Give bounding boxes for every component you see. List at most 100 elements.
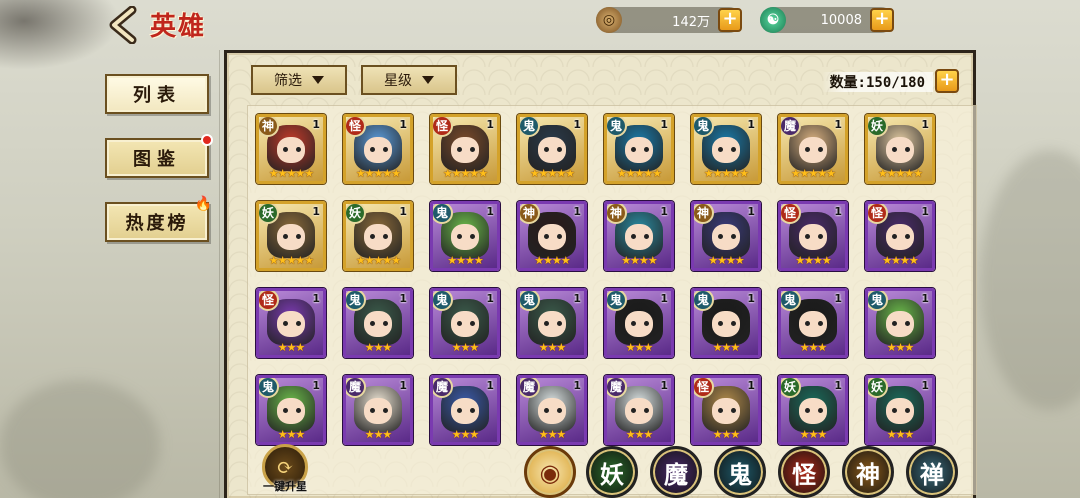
hero-card[interactable]: 鬼 1 ★★★★★ bbox=[517, 114, 587, 184]
hero-card[interactable]: 妖 1 ★★★★★ bbox=[256, 201, 326, 271]
hero-eye bbox=[905, 408, 910, 413]
faction-filter-button[interactable]: 禅 bbox=[906, 446, 958, 498]
star-rating: ★★★★★ bbox=[355, 167, 401, 180]
hero-card[interactable]: 妖 1 ★★★★★ bbox=[343, 201, 413, 271]
hero-eye bbox=[383, 234, 388, 239]
hero-level: 1 bbox=[921, 379, 929, 392]
hero-card[interactable]: 鬼 1 ★★★ bbox=[430, 288, 500, 358]
faction-badge: 妖 bbox=[868, 117, 888, 137]
hero-eye bbox=[631, 234, 636, 239]
mountain-decoration bbox=[980, 150, 1080, 410]
star-rating: ★★★★ bbox=[882, 254, 918, 267]
hero-level: 1 bbox=[573, 205, 581, 218]
hero-card[interactable]: 鬼 1 ★★★ bbox=[256, 375, 326, 445]
faction-badge: 怪 bbox=[346, 117, 366, 137]
hero-eye bbox=[457, 234, 462, 239]
hero-level: 1 bbox=[834, 118, 842, 131]
hero-card[interactable]: 怪 1 ★★★★★ bbox=[430, 114, 500, 184]
hero-card[interactable]: 鬼 1 ★★★ bbox=[343, 288, 413, 358]
hero-eye bbox=[644, 147, 649, 152]
faction-filter-label: 妖 bbox=[600, 459, 624, 489]
hero-card[interactable]: 魔 1 ★★★ bbox=[604, 375, 674, 445]
hero-level: 1 bbox=[573, 292, 581, 305]
all-factions-icon: ◉ bbox=[539, 457, 561, 487]
hero-eye bbox=[557, 321, 562, 326]
hero-level: 1 bbox=[399, 379, 407, 392]
hero-card[interactable]: 怪 1 ★★★★ bbox=[778, 201, 848, 271]
sidebar-item-ranking[interactable]: 热度榜 🔥 bbox=[105, 196, 212, 242]
faction-filter-button[interactable]: 鬼 bbox=[714, 446, 766, 498]
faction-filter-button[interactable]: 魔 bbox=[650, 446, 702, 498]
hero-card[interactable]: 鬼 1 ★★★★ bbox=[430, 201, 500, 271]
hero-card[interactable]: 神 1 ★★★★★ bbox=[256, 114, 326, 184]
hero-card[interactable]: 鬼 1 ★★★★★ bbox=[691, 114, 761, 184]
star-rating: ★★★ bbox=[277, 428, 306, 441]
faction-filter-button[interactable]: 妖 bbox=[586, 446, 638, 498]
faction-badge: 魔 bbox=[607, 378, 627, 398]
hero-card[interactable]: 鬼 1 ★★★ bbox=[691, 288, 761, 358]
hero-card[interactable]: 鬼 1 ★★★ bbox=[865, 288, 935, 358]
hero-eye bbox=[283, 408, 288, 413]
hero-level: 1 bbox=[921, 205, 929, 218]
hero-card[interactable]: 妖 1 ★★★ bbox=[865, 375, 935, 445]
sidebar-item-label: 图鉴 bbox=[133, 149, 181, 170]
hero-card[interactable]: 魔 1 ★★★ bbox=[517, 375, 587, 445]
faction-badge: 鬼 bbox=[694, 117, 714, 137]
faction-badge: 怪 bbox=[259, 291, 279, 311]
hero-card[interactable]: 神 1 ★★★★ bbox=[517, 201, 587, 271]
hero-eye bbox=[631, 321, 636, 326]
hero-card[interactable]: 魔 1 ★★★ bbox=[430, 375, 500, 445]
hero-eye bbox=[731, 147, 736, 152]
hero-level: 1 bbox=[834, 379, 842, 392]
faction-badge: 神 bbox=[259, 117, 279, 137]
faction-filter-all[interactable]: ◉ bbox=[524, 446, 576, 498]
coin-resource: ◎ 142万 + bbox=[596, 7, 742, 33]
hero-eye bbox=[544, 234, 549, 239]
back-button[interactable] bbox=[104, 5, 144, 45]
notification-dot bbox=[201, 134, 213, 146]
hero-card[interactable]: 怪 1 ★★★ bbox=[691, 375, 761, 445]
faction-filter-button[interactable]: 怪 bbox=[778, 446, 830, 498]
hero-card[interactable]: 怪 1 ★★★ bbox=[256, 288, 326, 358]
hero-card[interactable]: 魔 1 ★★★ bbox=[343, 375, 413, 445]
star-rating: ★★★ bbox=[538, 428, 567, 441]
hero-eye bbox=[805, 408, 810, 413]
hero-card[interactable]: 鬼 1 ★★★ bbox=[517, 288, 587, 358]
hero-eye bbox=[370, 234, 375, 239]
hero-eye bbox=[905, 321, 910, 326]
faction-badge: 魔 bbox=[520, 378, 540, 398]
hero-card[interactable]: 神 1 ★★★★ bbox=[691, 201, 761, 271]
hero-level: 1 bbox=[399, 118, 407, 131]
hero-card[interactable]: 怪 1 ★★★★★ bbox=[343, 114, 413, 184]
hero-level: 1 bbox=[312, 118, 320, 131]
hero-eye bbox=[905, 234, 910, 239]
faction-badge: 妖 bbox=[868, 378, 888, 398]
hero-card[interactable]: 神 1 ★★★★ bbox=[604, 201, 674, 271]
expand-capacity-button[interactable]: + bbox=[935, 69, 959, 93]
hero-card[interactable]: 妖 1 ★★★ bbox=[778, 375, 848, 445]
hero-grid: 神 1 ★★★★★ 怪 1 ★★★★★ 怪 1 ★★★★★ 鬼 1 ★★★★★ 鬼 1 ★★★★★ 鬼 1 ★★★… bbox=[247, 105, 977, 495]
faction-badge: 魔 bbox=[346, 378, 366, 398]
hero-eye bbox=[457, 408, 462, 413]
faction-badge: 怪 bbox=[694, 378, 714, 398]
hero-card[interactable]: 鬼 1 ★★★ bbox=[778, 288, 848, 358]
hero-card[interactable]: 妖 1 ★★★★★ bbox=[865, 114, 935, 184]
hero-card[interactable]: 鬼 1 ★★★★★ bbox=[604, 114, 674, 184]
sidebar-item-codex[interactable]: 图鉴 bbox=[105, 134, 213, 178]
filter-dropdown[interactable]: 筛选 bbox=[251, 65, 347, 95]
star-dropdown[interactable]: 星级 bbox=[361, 65, 457, 95]
star-rating: ★★★★ bbox=[534, 254, 570, 267]
hero-level: 1 bbox=[660, 292, 668, 305]
hero-eye bbox=[644, 234, 649, 239]
star-rating: ★★★ bbox=[364, 341, 393, 354]
hero-card[interactable]: 怪 1 ★★★★ bbox=[865, 201, 935, 271]
hero-card[interactable]: 魔 1 ★★★★★ bbox=[778, 114, 848, 184]
sidebar-item-list[interactable]: 列表 bbox=[105, 74, 209, 114]
chevron-down-icon bbox=[312, 76, 324, 84]
hero-card[interactable]: 鬼 1 ★★★ bbox=[604, 288, 674, 358]
add-coins-button[interactable]: + bbox=[718, 8, 742, 32]
faction-badge: 鬼 bbox=[607, 117, 627, 137]
add-jade-button[interactable]: + bbox=[870, 8, 894, 32]
faction-filter-label: 禅 bbox=[920, 459, 944, 489]
faction-filter-button[interactable]: 神 bbox=[842, 446, 894, 498]
